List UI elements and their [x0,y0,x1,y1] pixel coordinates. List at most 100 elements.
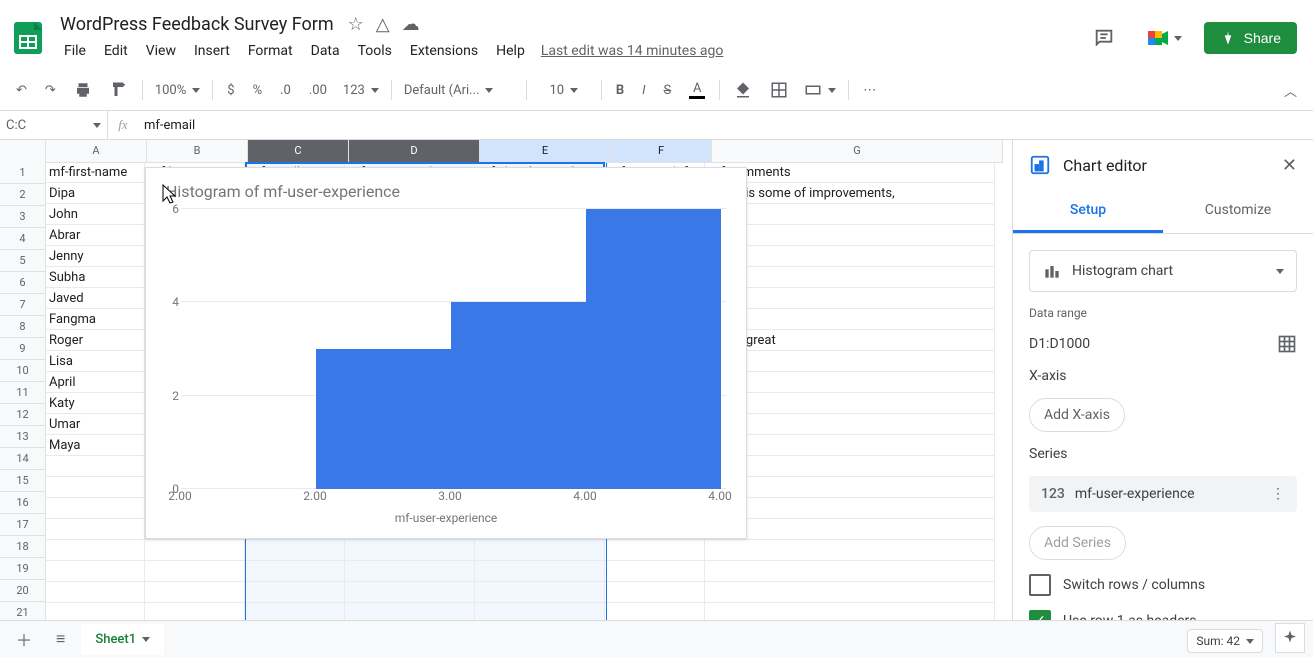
strikethrough-button[interactable]: S [656,77,680,104]
cell[interactable]: Fangma [45,309,145,330]
formula-bar[interactable]: mf-email [138,118,1313,133]
row-header-15[interactable]: 15 [0,470,45,492]
cell[interactable] [705,540,995,561]
cell[interactable] [45,477,145,498]
row-header-1[interactable]: 1 [0,162,45,184]
merge-cells-button[interactable] [798,77,842,103]
select-range-icon[interactable] [1277,334,1297,354]
cell[interactable] [345,582,475,603]
zoom-select[interactable]: 100% [149,79,206,102]
cell[interactable] [705,582,995,603]
cell[interactable] [45,498,145,519]
cell[interactable] [245,582,345,603]
data-range-value[interactable]: D1:D1000 [1029,336,1090,352]
cell[interactable] [705,603,995,620]
use-row1-checkbox[interactable]: ✓Use row 1 as headers [1029,610,1297,620]
cell[interactable]: There is some of improvements, [705,183,995,204]
font-select[interactable]: Default (Ari... [398,79,520,102]
cell[interactable] [245,561,345,582]
menu-file[interactable]: File [56,39,94,63]
add-series-button[interactable]: Add Series [1029,526,1126,560]
menu-insert[interactable]: Insert [186,39,238,63]
chart-type-select[interactable]: Histogram chart [1029,250,1297,292]
switch-rows-cols-checkbox[interactable]: Switch rows / columns [1029,574,1297,596]
menu-extensions[interactable]: Extensions [402,39,486,63]
move-icon[interactable]: △ [376,14,390,35]
menu-view[interactable]: View [138,39,184,63]
cell[interactable]: April [45,372,145,393]
cell[interactable] [705,225,995,246]
print-button[interactable] [66,75,100,105]
font-size-select[interactable]: 10 [533,79,595,102]
row-header-18[interactable]: 18 [0,536,45,558]
cell[interactable] [605,603,705,620]
cell[interactable] [705,246,995,267]
cell[interactable] [45,561,145,582]
chart-bar[interactable] [316,349,451,489]
row-header-6[interactable]: 6 [0,272,45,294]
cell[interactable] [45,540,145,561]
menu-format[interactable]: Format [240,39,301,63]
undo-button[interactable]: ↶ [8,77,35,104]
cell[interactable] [475,561,605,582]
cell[interactable] [45,519,145,540]
cell[interactable]: Abrar [45,225,145,246]
cell[interactable] [145,582,245,603]
cell[interactable] [705,288,995,309]
decrease-decimal-button[interactable]: .0 [272,77,299,104]
cell[interactable] [705,519,995,540]
row-header-3[interactable]: 3 [0,206,45,228]
add-sheet-button[interactable]: ＋ [8,621,40,657]
row-header-19[interactable]: 19 [0,558,45,580]
row-header-11[interactable]: 11 [0,382,45,404]
row-header-4[interactable]: 4 [0,228,45,250]
cell[interactable] [705,414,995,435]
cell[interactable] [145,540,245,561]
row-header-21[interactable]: 21 [0,602,45,620]
chart-bar[interactable] [586,209,721,489]
share-button[interactable]: Share [1204,22,1297,54]
more-icon[interactable]: ⋮ [1271,486,1285,502]
cell[interactable]: mf-first-name [45,162,145,183]
cell[interactable] [605,561,705,582]
col-header-B[interactable]: B [147,140,248,162]
tab-customize[interactable]: Customize [1163,190,1313,233]
cell[interactable] [605,540,705,561]
col-header-D[interactable]: D [349,140,480,162]
cell[interactable] [705,267,995,288]
row-header-9[interactable]: 9 [0,338,45,360]
more-formats-select[interactable]: 123 [337,79,385,102]
sheets-logo[interactable] [8,18,48,58]
cell[interactable] [45,456,145,477]
close-icon[interactable]: ✕ [1282,155,1297,176]
cell[interactable]: nt. [705,372,995,393]
col-header-E[interactable]: E [480,140,611,162]
last-edit-link[interactable]: Last edit was 14 minutes ago [541,43,724,59]
borders-button[interactable] [762,75,796,105]
chart-object[interactable]: Histogram of mf-user-experience 0246 2.0… [145,167,747,539]
cell[interactable]: Dipa [45,183,145,204]
cell[interactable]: Jenny [45,246,145,267]
row-header-8[interactable]: 8 [0,316,45,338]
col-header-A[interactable]: A [46,140,147,162]
cell[interactable] [705,393,995,414]
cell[interactable]: Lisa [45,351,145,372]
cell[interactable] [475,540,605,561]
sheet-tab-1[interactable]: Sheet1 [81,624,164,655]
col-header-G[interactable]: G [712,140,1003,162]
row-header-20[interactable]: 20 [0,580,45,602]
explore-button[interactable] [1275,623,1305,653]
row-header-14[interactable]: 14 [0,448,45,470]
fill-color-button[interactable] [726,75,760,105]
italic-button[interactable]: I [634,77,653,104]
cell[interactable] [345,540,475,561]
more-toolbar-button[interactable]: ⋯ [855,77,884,104]
tab-setup[interactable]: Setup [1013,190,1163,233]
redo-button[interactable]: ↷ [37,77,64,104]
cell[interactable]: Roger [45,330,145,351]
menu-edit[interactable]: Edit [96,39,136,63]
cell[interactable]: Subha [45,267,145,288]
cell[interactable] [475,603,605,620]
cell[interactable] [345,603,475,620]
series-item[interactable]: 123 mf-user-experience ⋮ [1029,476,1297,512]
